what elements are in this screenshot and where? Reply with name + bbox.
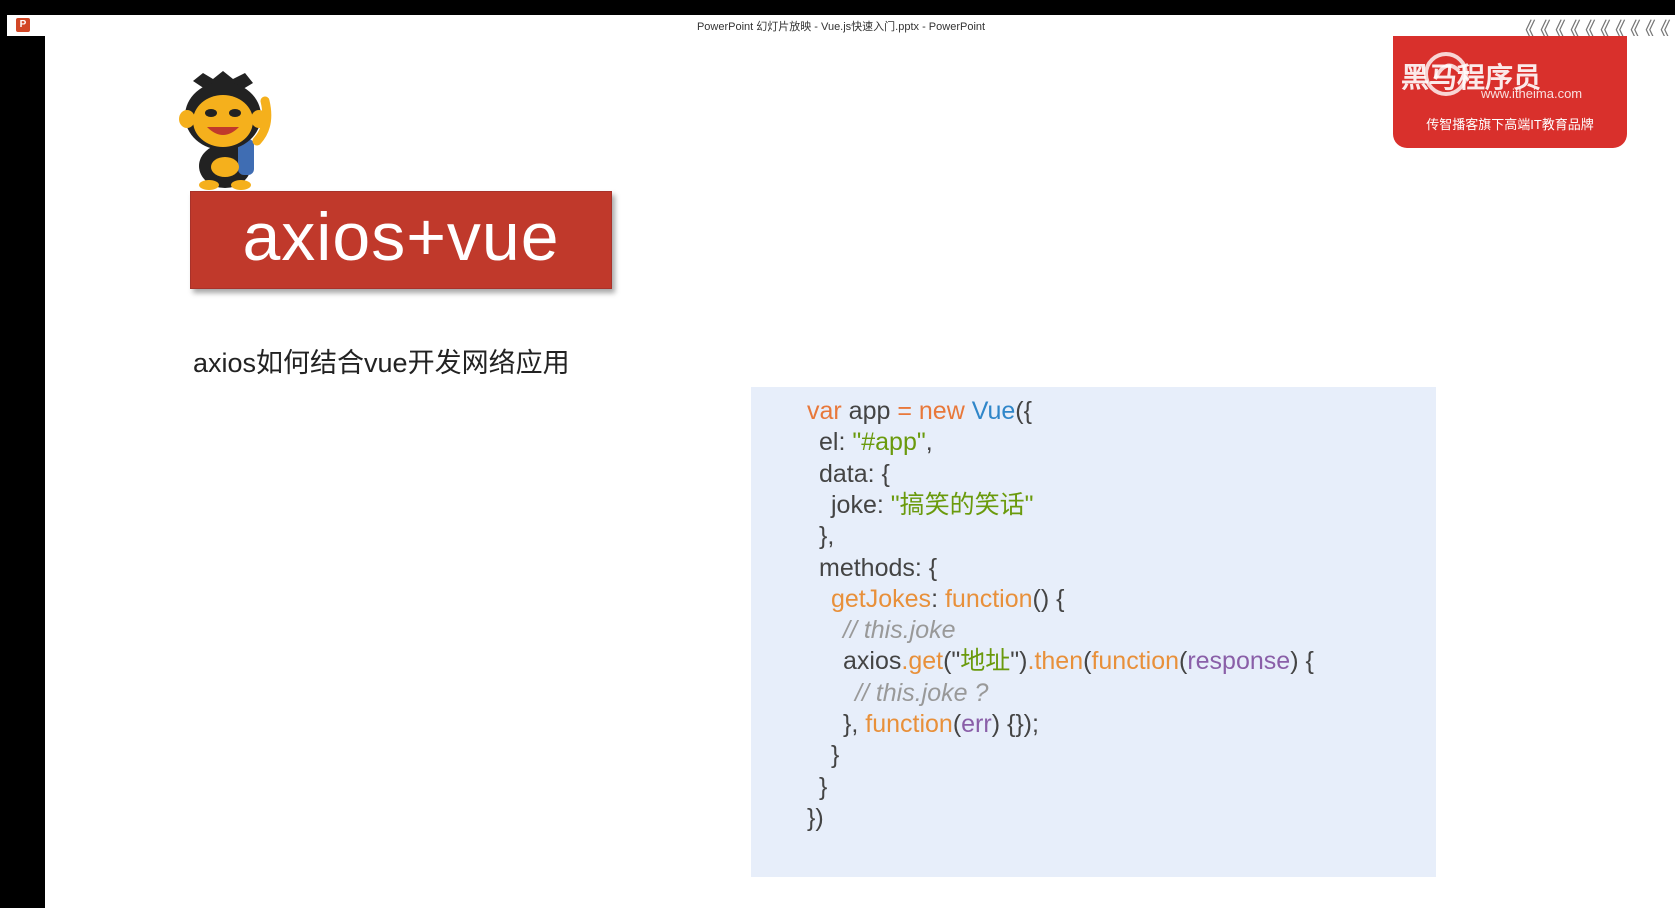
monkey-mascot-icon bbox=[179, 71, 272, 190]
code-line: getJokes: function() { bbox=[831, 584, 1065, 613]
window-titlebar: P PowerPoint 幻灯片放映 - Vue.js快速入门.pptx - P… bbox=[7, 15, 1675, 44]
code-line: // this.joke bbox=[843, 616, 956, 645]
brand-tagline: 传智播客旗下高端IT教育品牌 bbox=[1426, 117, 1594, 132]
code-line: var app = new Vue({ bbox=[807, 397, 1032, 425]
code-line: } bbox=[831, 741, 840, 770]
brand-url: www.itheima.com bbox=[1481, 86, 1583, 101]
slide-subtitle: axios如何结合vue开发网络应用 bbox=[193, 348, 570, 378]
brand-badge: 黑马程序员 www.itheima.com 传智播客旗下高端IT教育品牌 bbox=[1393, 36, 1627, 148]
slide: axios+vue axios如何结合vue开发网络应用 var app = n… bbox=[45, 36, 1675, 908]
slide-title-box: axios+vue bbox=[190, 191, 612, 289]
code-line: data: { bbox=[819, 459, 890, 488]
code-line: el: "#app", bbox=[819, 428, 933, 457]
code-line: }, bbox=[819, 522, 835, 551]
code-line: axios.get("地址").then(function(response) … bbox=[843, 647, 1314, 676]
code-block: var app = new Vue({ el: "#app", data: {jok… bbox=[751, 387, 1436, 877]
code-line: joke: "搞笑的笑话" bbox=[831, 490, 1034, 519]
code-line: }, function(err) {}); bbox=[843, 710, 1039, 738]
slide-title: axios+vue bbox=[242, 199, 560, 275]
left-border bbox=[7, 36, 45, 908]
code-line: }) bbox=[807, 803, 824, 832]
window-title: PowerPoint 幻灯片放映 - Vue.js快速入门.pptx - Pow… bbox=[696, 21, 986, 33]
code-line: methods: { bbox=[819, 553, 938, 582]
code-line: } bbox=[819, 772, 828, 801]
code-line: // this.joke ? bbox=[855, 678, 989, 707]
